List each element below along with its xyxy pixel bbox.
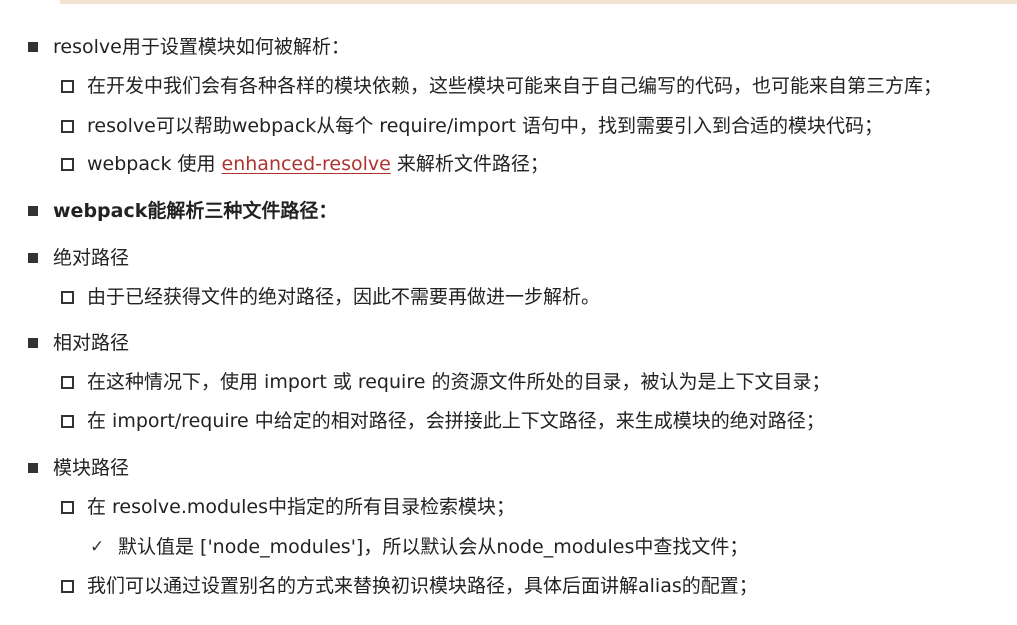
relative-item-1: 在这种情况下，使用 import 或 require 的资源文件所处的目录，被认… xyxy=(61,369,830,395)
paths-heading: webpack能解析三种文件路径： xyxy=(28,198,337,224)
filled-square-bullet-icon xyxy=(28,463,38,473)
resolve-item-3-suffix: 来解析文件路径； xyxy=(390,153,549,175)
resolve-heading: resolve用于设置模块如何被解析： xyxy=(28,34,350,60)
module-item-1-sub: ✓ 默认值是 ['node_modules']，所以默认会从node_modul… xyxy=(90,534,748,560)
module-heading-text: 模块路径 xyxy=(53,457,130,479)
filled-square-bullet-icon xyxy=(28,253,38,263)
top-rule xyxy=(60,0,1017,4)
module-item-2-text: 我们可以通过设置别名的方式来替换初识模块路径，具体后面讲解alias的配置； xyxy=(87,575,758,597)
absolute-item-1-text: 由于已经获得文件的绝对路径，因此不需要再做进一步解析。 xyxy=(87,286,601,308)
relative-item-2-text: 在 import/require 中给定的相对路径，会拼接此上下文路径，来生成模… xyxy=(87,410,825,432)
filled-square-bullet-icon xyxy=(28,42,38,52)
checkmark-icon: ✓ xyxy=(90,537,105,557)
hollow-square-bullet-icon xyxy=(61,414,74,428)
resolve-item-3-prefix: webpack 使用 xyxy=(87,153,222,175)
relative-heading: 相对路径 xyxy=(28,330,129,356)
module-item-1-sub-text: 默认值是 ['node_modules']，所以默认会从node_modules… xyxy=(118,536,749,558)
hollow-square-bullet-icon xyxy=(61,375,74,389)
resolve-item-3: webpack 使用 enhanced-resolve 来解析文件路径； xyxy=(61,151,549,177)
relative-item-2: 在 import/require 中给定的相对路径，会拼接此上下文路径，来生成模… xyxy=(61,408,825,434)
hollow-square-bullet-icon xyxy=(61,119,74,133)
resolve-item-1-text: 在开发中我们会有各种各样的模块依赖，这些模块可能来自于自己编写的代码，也可能来自… xyxy=(87,75,943,97)
resolve-item-2-text: resolve可以帮助webpack从每个 require/import 语句中… xyxy=(87,115,884,137)
absolute-item-1: 由于已经获得文件的绝对路径，因此不需要再做进一步解析。 xyxy=(61,284,600,310)
relative-heading-text: 相对路径 xyxy=(53,332,130,354)
hollow-square-bullet-icon xyxy=(61,157,74,171)
hollow-square-bullet-icon xyxy=(61,79,74,93)
absolute-heading-text: 绝对路径 xyxy=(53,247,130,269)
resolve-item-1: 在开发中我们会有各种各样的模块依赖，这些模块可能来自于自己编写的代码，也可能来自… xyxy=(61,73,942,99)
filled-square-bullet-icon xyxy=(28,338,38,348)
module-heading: 模块路径 xyxy=(28,455,129,481)
module-item-1: 在 resolve.modules中指定的所有目录检索模块； xyxy=(61,494,515,520)
relative-item-1-text: 在这种情况下，使用 import 或 require 的资源文件所处的目录，被认… xyxy=(87,371,831,393)
hollow-square-bullet-icon xyxy=(61,500,74,514)
resolve-item-2: resolve可以帮助webpack从每个 require/import 语句中… xyxy=(61,113,883,139)
paths-heading-text: webpack能解析三种文件路径： xyxy=(53,200,338,222)
hollow-square-bullet-icon xyxy=(61,290,74,304)
filled-square-bullet-icon xyxy=(28,206,38,216)
resolve-heading-text: resolve用于设置模块如何被解析： xyxy=(53,36,350,58)
absolute-heading: 绝对路径 xyxy=(28,245,129,271)
module-item-2: 我们可以通过设置别名的方式来替换初识模块路径，具体后面讲解alias的配置； xyxy=(61,573,758,599)
hollow-square-bullet-icon xyxy=(61,579,74,593)
module-item-1-text: 在 resolve.modules中指定的所有目录检索模块； xyxy=(87,496,516,518)
enhanced-resolve-link[interactable]: enhanced-resolve xyxy=(222,151,391,177)
